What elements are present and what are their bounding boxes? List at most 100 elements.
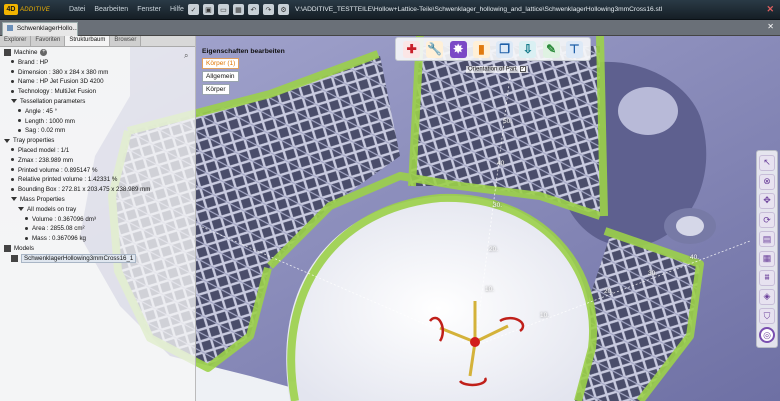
bullet-icon bbox=[11, 158, 14, 162]
bullet-icon bbox=[25, 226, 28, 230]
tree-item-label: Dimension : 380 x 284 x 380 mm bbox=[18, 68, 109, 76]
tree-item[interactable]: Brand : HP bbox=[0, 58, 196, 68]
axis-label: 40. bbox=[497, 160, 507, 167]
check-icon[interactable]: ✓ bbox=[187, 4, 199, 15]
menu-file[interactable]: Datei bbox=[69, 6, 85, 13]
expand-arrow-icon[interactable] bbox=[4, 138, 10, 143]
wrench-icon[interactable]: 🔧 bbox=[426, 40, 444, 58]
red-cross-icon[interactable]: ✚ bbox=[403, 40, 421, 58]
properties-item-general[interactable]: Allgemein bbox=[202, 71, 239, 82]
bullet-icon bbox=[11, 148, 14, 152]
close-icon[interactable]: ✕ bbox=[766, 4, 774, 15]
tree-item[interactable]: All models on tray bbox=[0, 205, 196, 215]
tree-item[interactable]: Models bbox=[0, 244, 196, 254]
tree-item[interactable]: Tray properties bbox=[0, 136, 196, 146]
tree-item[interactable]: Mass : 0.367096 kg bbox=[0, 234, 196, 244]
bullet-icon bbox=[11, 177, 14, 181]
title-bar: 4D ADDITIVE Datei Bearbeiten Fenster Hil… bbox=[0, 0, 780, 20]
tree-item[interactable]: Name : HP Jet Fusion 3D 4200 bbox=[0, 77, 196, 87]
tab-browser[interactable]: Browser bbox=[110, 36, 142, 46]
diamond-icon[interactable]: ◈ bbox=[759, 288, 775, 305]
menu-help[interactable]: Hilfe bbox=[170, 6, 184, 13]
tree-item[interactable]: Length : 1000 mm bbox=[0, 117, 196, 127]
add-icon[interactable]: + bbox=[40, 48, 48, 56]
settings-icon[interactable]: ⚙ bbox=[277, 4, 289, 15]
bullet-icon bbox=[18, 118, 21, 122]
tree-item[interactable]: Relative printed volume : 1.42331 % bbox=[0, 175, 196, 185]
tree-item[interactable]: Mass Properties bbox=[0, 195, 196, 205]
tree-item[interactable]: Technology : MultiJet Fusion bbox=[0, 87, 196, 97]
orientation-toggle[interactable]: Orientation of Part ✓ bbox=[466, 66, 528, 73]
expand-arrow-icon[interactable] bbox=[11, 197, 17, 202]
support-icon[interactable]: ⊤ bbox=[565, 40, 583, 58]
folder-icon bbox=[4, 48, 11, 56]
tab-close-icon[interactable]: ✕ bbox=[767, 22, 774, 31]
axis-label: 20. bbox=[604, 288, 614, 295]
document-tab[interactable]: SchwenklagerHollo... bbox=[2, 22, 78, 36]
select-arrow-icon[interactable]: ↖ bbox=[759, 154, 775, 171]
structure-panel: Explorer Favoriten Strukturbaum Browser … bbox=[0, 36, 196, 401]
menu-window[interactable]: Fenster bbox=[137, 6, 161, 13]
redo-icon[interactable]: ↷ bbox=[262, 4, 274, 15]
properties-item-body[interactable]: Körper bbox=[202, 84, 230, 95]
sparkle-icon[interactable]: ✸ bbox=[449, 40, 467, 58]
axis-label: 30. bbox=[493, 202, 503, 209]
move-icon[interactable]: ✥ bbox=[759, 192, 775, 209]
bullet-icon bbox=[25, 216, 28, 220]
tree-item[interactable]: Dimension : 380 x 284 x 380 mm bbox=[0, 68, 196, 78]
save-icon[interactable]: ▣ bbox=[202, 4, 214, 15]
support-struct-icon[interactable]: ⩩ bbox=[759, 269, 775, 286]
properties-title: Eigenschaften bearbeiten bbox=[202, 48, 285, 55]
tree-item-label: Sag : 0.02 mm bbox=[25, 127, 66, 135]
tree-item[interactable]: Sag : 0.02 mm bbox=[0, 126, 196, 136]
edit-icon[interactable]: ✎ bbox=[542, 40, 560, 58]
section-icon[interactable]: ▤ bbox=[759, 231, 775, 248]
tree-item[interactable]: Machine + bbox=[0, 48, 196, 58]
bullet-icon bbox=[11, 60, 14, 64]
rotate-icon[interactable]: ⟳ bbox=[759, 212, 775, 229]
model-item[interactable]: SchwenklagerHollowing3mmCross16_1 bbox=[0, 253, 196, 264]
tree-item-label: Brand : HP bbox=[18, 58, 49, 66]
tree-item[interactable]: Area : 2855.08 cm² bbox=[0, 224, 196, 234]
tree-item-label: Mass Properties bbox=[20, 195, 65, 203]
open-icon[interactable]: ▭ bbox=[217, 4, 229, 15]
orientation-checkbox[interactable]: ✓ bbox=[519, 66, 526, 72]
folder-icon bbox=[4, 244, 11, 252]
bullet-icon bbox=[11, 187, 14, 191]
tree-item[interactable]: Angle : 45 ° bbox=[0, 107, 196, 117]
structure-tree: Machine + Brand : HP Dimension : 380 x 284 … bbox=[0, 48, 196, 264]
tree-item-label: Printed volume : 0.895147 % bbox=[18, 166, 98, 174]
undo-icon[interactable]: ↶ bbox=[247, 4, 259, 15]
document-tab-label: SchwenklagerHollo... bbox=[16, 25, 78, 32]
tree-item[interactable]: Zmax : 238.989 mm bbox=[0, 156, 196, 166]
menu-edit[interactable]: Bearbeiten bbox=[94, 6, 128, 13]
bullet-icon bbox=[25, 236, 28, 240]
clear-icon[interactable]: ⊗ bbox=[759, 173, 775, 190]
shield-icon[interactable]: ⛉ bbox=[759, 308, 775, 325]
export-icon[interactable]: ⇩ bbox=[519, 40, 537, 58]
tree-item-label: Volume : 0.367096 dm³ bbox=[32, 215, 96, 223]
logo-text: ADDITIVE bbox=[20, 6, 51, 13]
top-toolbar: ✚ 🔧 ✸ ▮ ❐ ⇩ ✎ ⊤ bbox=[395, 37, 591, 61]
properties-item-body-count[interactable]: Körper (1) bbox=[202, 58, 240, 69]
pattern-icon[interactable]: ▦ bbox=[759, 250, 775, 267]
target-icon[interactable]: ◎ bbox=[759, 327, 775, 344]
expand-arrow-icon[interactable] bbox=[11, 99, 17, 104]
right-toolbar: ↖ ⊗ ✥ ⟳ ▤ ▦ ⩩ ◈ ⛉ ◎ bbox=[756, 150, 778, 348]
expand-arrow-icon[interactable] bbox=[18, 207, 24, 212]
tree-item[interactable]: Placed model : 1/1 bbox=[0, 146, 196, 156]
tab-explorer[interactable]: Explorer bbox=[0, 36, 32, 46]
print-icon[interactable]: ▦ bbox=[232, 4, 244, 15]
tree-item[interactable]: Volume : 0.367096 dm³ bbox=[0, 215, 196, 225]
tree-item[interactable]: Printed volume : 0.895147 % bbox=[0, 166, 196, 176]
bullet-icon bbox=[11, 79, 14, 83]
tree-item-label: Machine bbox=[14, 49, 38, 56]
tree-item[interactable]: Bounding Box : 272.81 x 203.475 x 238.98… bbox=[0, 185, 196, 195]
tab-structure-tree[interactable]: Strukturbaum bbox=[65, 36, 111, 46]
tree-item-label: Mass : 0.367096 kg bbox=[32, 235, 87, 243]
bullet-icon bbox=[18, 109, 21, 113]
tab-favorites[interactable]: Favoriten bbox=[31, 36, 66, 46]
bar-chart-icon[interactable]: ▮ bbox=[472, 40, 490, 58]
tree-item[interactable]: Tessellation parameters bbox=[0, 97, 196, 107]
layers-icon[interactable]: ❐ bbox=[496, 40, 514, 58]
